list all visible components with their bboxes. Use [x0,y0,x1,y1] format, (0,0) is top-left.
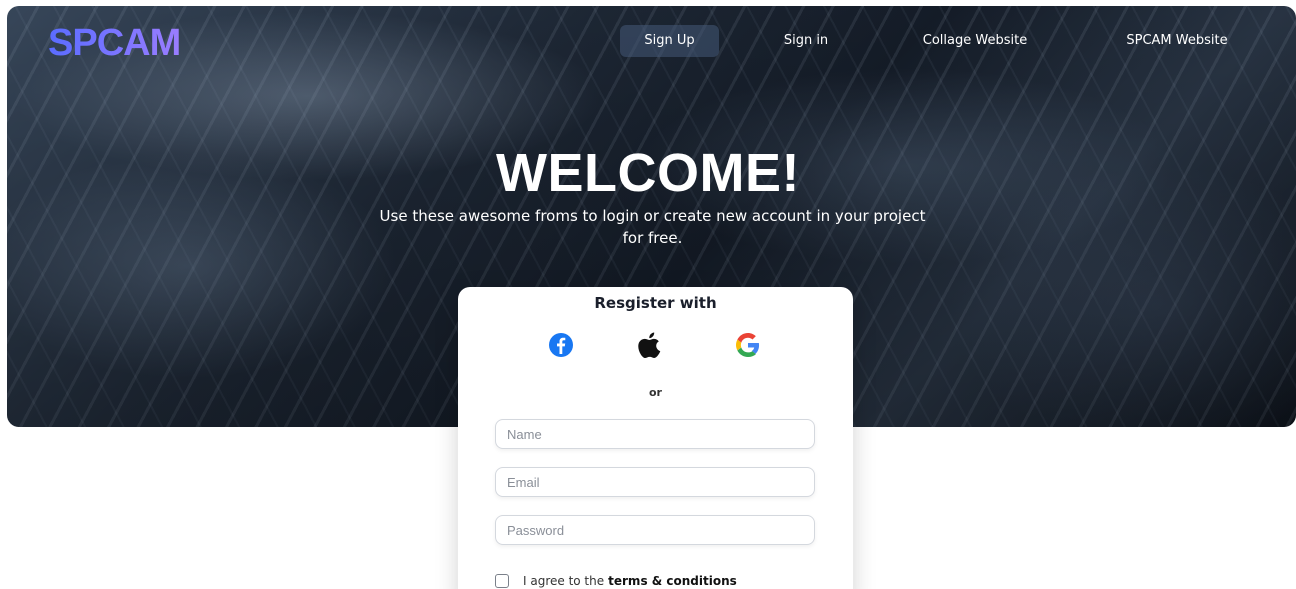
apple-icon [638,332,661,358]
terms-prefix: I agree to the [523,574,605,588]
apple-login-button[interactable] [630,329,670,361]
terms-link[interactable]: terms & conditions [608,574,737,588]
hero-title: WELCOME! [496,143,800,203]
nav-spcam-website[interactable]: SPCAM Website [1105,25,1249,57]
password-field[interactable] [495,515,815,545]
divider-or: or [649,386,662,399]
nav-collage-website[interactable]: Collage Website [905,25,1045,57]
nav-sign-in[interactable]: Sign in [770,25,842,57]
top-nav: Sign Up Sign in Collage Website SPCAM We… [0,25,1296,57]
nav-sign-up[interactable]: Sign Up [620,25,719,57]
register-card: Resgister with or I agree to the terms &… [458,287,853,589]
terms-agreement: I agree to the terms & conditions [495,574,737,588]
register-card-title: Resgister with [594,294,717,312]
name-field[interactable] [495,419,815,449]
email-field[interactable] [495,467,815,497]
google-icon [736,333,760,357]
google-login-button[interactable] [728,329,768,361]
facebook-login-button[interactable] [541,329,581,361]
hero-subtitle: Use these awesome froms to login or crea… [379,207,926,247]
terms-checkbox[interactable] [495,574,509,588]
facebook-icon [549,333,573,357]
